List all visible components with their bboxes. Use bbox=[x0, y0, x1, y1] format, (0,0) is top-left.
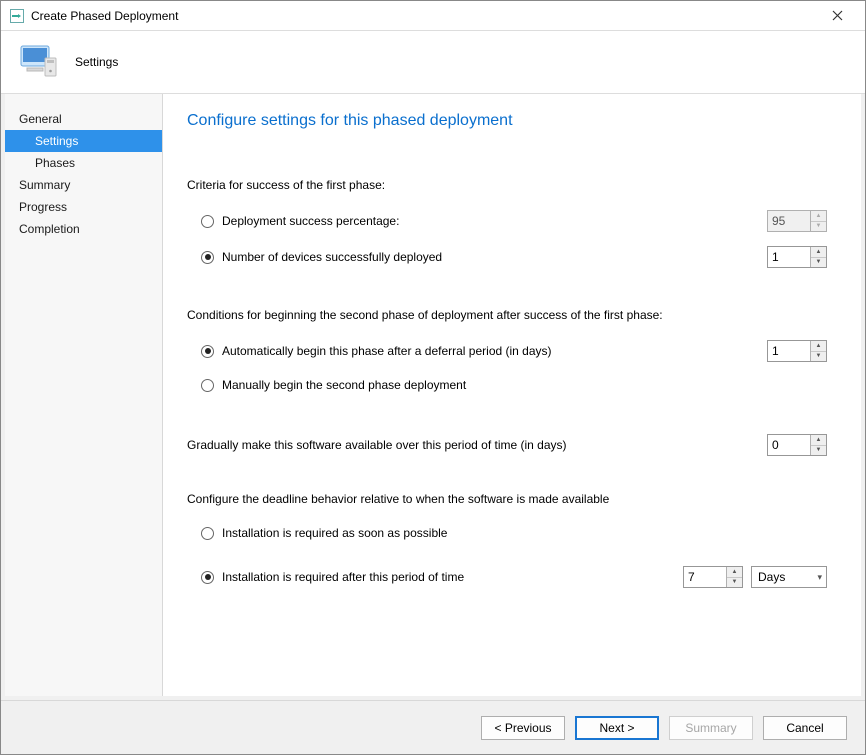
gradual-spin: ▲ ▼ bbox=[810, 435, 826, 455]
next-button[interactable]: Next > bbox=[575, 716, 659, 740]
radio-percentage-label: Deployment success percentage: bbox=[222, 214, 767, 228]
sidebar-item-summary[interactable]: Summary bbox=[5, 174, 162, 196]
devices-spin: ▲ ▼ bbox=[810, 247, 826, 267]
footer: < Previous Next > Summary Cancel bbox=[1, 700, 865, 754]
gradual-input[interactable]: 0 ▲ ▼ bbox=[767, 434, 827, 456]
period-unit-value: Days bbox=[758, 570, 785, 584]
percentage-value: 95 bbox=[768, 211, 810, 231]
titlebar: Create Phased Deployment bbox=[1, 1, 865, 31]
period-unit-dropdown[interactable]: Days ▾ bbox=[751, 566, 827, 588]
summary-button: Summary bbox=[669, 716, 753, 740]
period-spin: ▲ ▼ bbox=[726, 567, 742, 587]
sidebar-item-completion[interactable]: Completion bbox=[5, 218, 162, 240]
header-banner: Settings bbox=[1, 31, 865, 94]
spin-down-icon[interactable]: ▼ bbox=[811, 352, 826, 362]
spin-down-icon: ▼ bbox=[811, 222, 826, 232]
radio-asap-label: Installation is required as soon as poss… bbox=[222, 526, 827, 540]
criteria-opt-percentage-row[interactable]: Deployment success percentage: 95 ▲ ▼ bbox=[187, 206, 827, 236]
chevron-down-icon: ▾ bbox=[817, 572, 822, 583]
conditions-opt-auto-row[interactable]: Automatically begin this phase after a d… bbox=[187, 336, 827, 366]
radio-period-label: Installation is required after this peri… bbox=[222, 570, 683, 584]
wizard-body: General Settings Phases Summary Progress… bbox=[1, 94, 865, 700]
radio-period[interactable] bbox=[201, 571, 214, 584]
spin-down-icon[interactable]: ▼ bbox=[811, 258, 826, 268]
deferral-input[interactable]: 1 ▲ ▼ bbox=[767, 340, 827, 362]
page-heading: Configure settings for this phased deplo… bbox=[187, 112, 827, 130]
close-button[interactable] bbox=[817, 2, 857, 30]
window-title: Create Phased Deployment bbox=[31, 9, 817, 23]
sidebar-item-settings[interactable]: Settings bbox=[5, 130, 162, 152]
gradual-value: 0 bbox=[768, 435, 810, 455]
devices-value: 1 bbox=[768, 247, 810, 267]
conditions-label: Conditions for beginning the second phas… bbox=[187, 308, 827, 322]
deferral-value: 1 bbox=[768, 341, 810, 361]
app-icon bbox=[9, 8, 25, 24]
spin-down-icon[interactable]: ▼ bbox=[727, 578, 742, 588]
computer-icon bbox=[17, 40, 61, 84]
header-title: Settings bbox=[75, 55, 118, 69]
radio-devices-label: Number of devices successfully deployed bbox=[222, 250, 767, 264]
deadline-label: Configure the deadline behavior relative… bbox=[187, 492, 827, 506]
percentage-input: 95 ▲ ▼ bbox=[767, 210, 827, 232]
spin-up-icon[interactable]: ▲ bbox=[811, 341, 826, 352]
deadline-opt-asap-row[interactable]: Installation is required as soon as poss… bbox=[187, 520, 827, 546]
sidebar-item-progress[interactable]: Progress bbox=[5, 196, 162, 218]
sidebar-item-phases[interactable]: Phases bbox=[5, 152, 162, 174]
spin-up-icon[interactable]: ▲ bbox=[811, 247, 826, 258]
radio-devices[interactable] bbox=[201, 251, 214, 264]
spin-up-icon[interactable]: ▲ bbox=[727, 567, 742, 578]
gradual-label: Gradually make this software available o… bbox=[187, 438, 767, 452]
percentage-spin: ▲ ▼ bbox=[810, 211, 826, 231]
sidebar: General Settings Phases Summary Progress… bbox=[5, 94, 163, 696]
radio-auto-label: Automatically begin this phase after a d… bbox=[222, 344, 767, 358]
criteria-label: Criteria for success of the first phase: bbox=[187, 178, 827, 192]
radio-percentage[interactable] bbox=[201, 215, 214, 228]
gradual-row: Gradually make this software available o… bbox=[187, 434, 827, 456]
period-value: 7 bbox=[684, 567, 726, 587]
sidebar-item-general[interactable]: General bbox=[5, 108, 162, 130]
spin-up-icon[interactable]: ▲ bbox=[811, 435, 826, 446]
spin-down-icon[interactable]: ▼ bbox=[811, 446, 826, 456]
wizard-window: Create Phased Deployment Settings Genera… bbox=[0, 0, 866, 755]
radio-auto[interactable] bbox=[201, 345, 214, 358]
conditions-opt-manual-row[interactable]: Manually begin the second phase deployme… bbox=[187, 372, 827, 398]
deadline-opt-period-row[interactable]: Installation is required after this peri… bbox=[187, 562, 827, 592]
cancel-button[interactable]: Cancel bbox=[763, 716, 847, 740]
spin-up-icon: ▲ bbox=[811, 211, 826, 222]
radio-manual-label: Manually begin the second phase deployme… bbox=[222, 378, 827, 392]
radio-manual[interactable] bbox=[201, 379, 214, 392]
criteria-opt-devices-row[interactable]: Number of devices successfully deployed … bbox=[187, 242, 827, 272]
devices-input[interactable]: 1 ▲ ▼ bbox=[767, 246, 827, 268]
content-pane: Configure settings for this phased deplo… bbox=[163, 94, 861, 696]
period-input[interactable]: 7 ▲ ▼ bbox=[683, 566, 743, 588]
close-icon bbox=[832, 10, 843, 21]
previous-button[interactable]: < Previous bbox=[481, 716, 565, 740]
radio-asap[interactable] bbox=[201, 527, 214, 540]
deferral-spin: ▲ ▼ bbox=[810, 341, 826, 361]
